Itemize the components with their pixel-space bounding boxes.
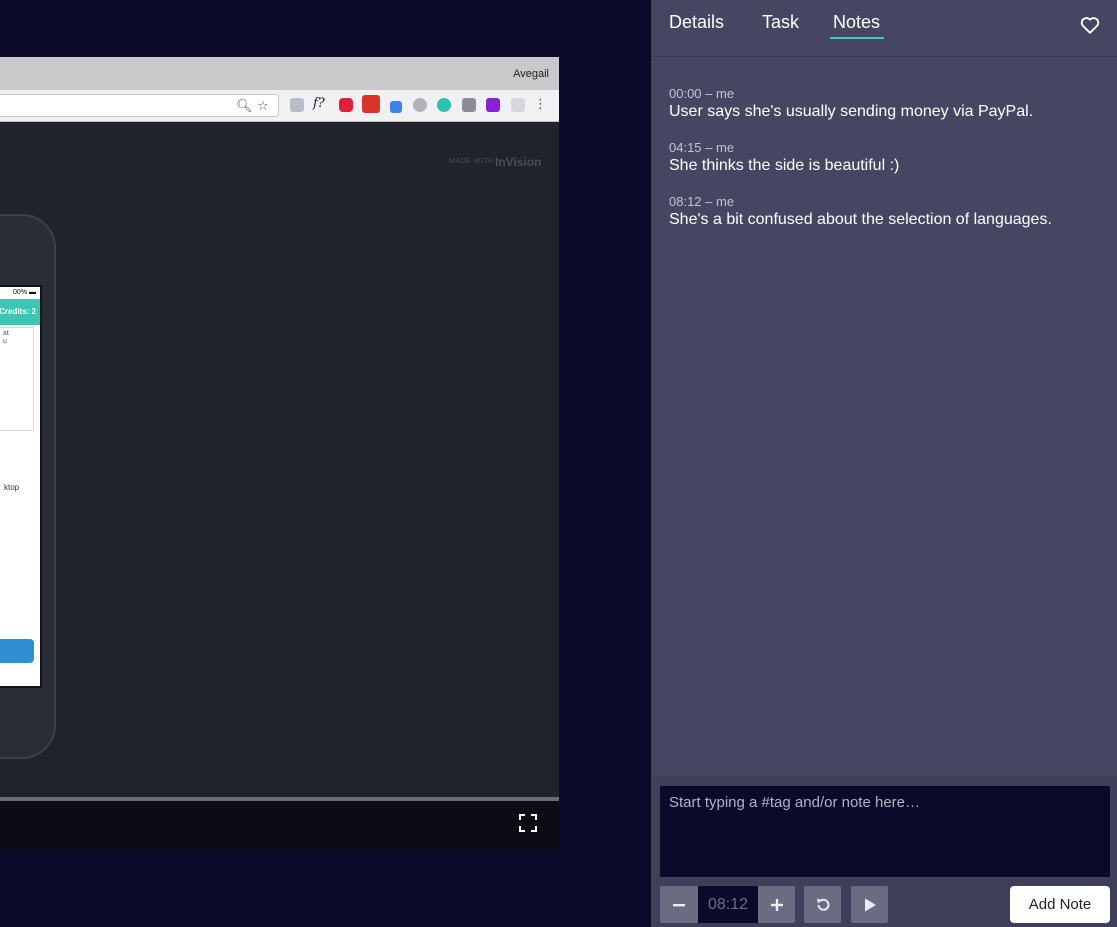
side-panel: Details Task Notes 00:00 – me User says … xyxy=(651,0,1117,927)
browser-url-bar: 🔍︎ ☆ xyxy=(0,94,279,117)
video-controls xyxy=(0,801,559,849)
tab-task[interactable]: Task xyxy=(762,12,799,33)
decrement-time-button[interactable] xyxy=(660,886,698,923)
note-input[interactable] xyxy=(660,786,1110,877)
minus-icon xyxy=(673,903,685,906)
note-timestamp: 08:12 – me xyxy=(669,194,735,209)
browser-user-name: Avegail xyxy=(513,68,549,80)
camera-extension-icon xyxy=(413,98,427,112)
invision-logo: InVision xyxy=(495,155,542,169)
phone-card: at u xyxy=(0,327,34,431)
calendar-extension-icon xyxy=(362,95,380,113)
note-item[interactable]: 08:12 – me She's a bit confused about th… xyxy=(669,194,1109,230)
extension-icon xyxy=(511,98,525,112)
extension-icon xyxy=(390,101,402,113)
made-with-label: MADE WITH xyxy=(449,158,494,165)
note-text: User says she's usually sending money vi… xyxy=(669,103,1034,120)
rewind-button[interactable] xyxy=(804,886,841,923)
browser-titlebar: Avegail xyxy=(0,57,559,90)
note-timestamp: 00:00 – me xyxy=(669,86,735,101)
phone-button xyxy=(0,639,34,663)
extension-icon xyxy=(437,98,451,112)
kebab-menu-icon: ⋮ xyxy=(534,97,547,112)
search-icon: 🔍︎ xyxy=(236,99,253,114)
phone-footer-text: ktop xyxy=(4,483,20,492)
panel-tabs: Details Task Notes xyxy=(651,0,1117,57)
note-composer: 08:12 Add Note xyxy=(651,776,1117,927)
note-text: She thinks the side is beautiful :) xyxy=(669,157,900,174)
extension-icon xyxy=(486,98,500,112)
note-text: She's a bit confused about the selection… xyxy=(669,211,1052,228)
star-icon: ☆ xyxy=(257,99,269,114)
add-note-button[interactable]: Add Note xyxy=(1010,886,1110,923)
plus-icon xyxy=(770,898,783,911)
notes-list: 00:00 – me User says she's usually sendi… xyxy=(669,86,1109,248)
note-timestamp: 04:15 – me xyxy=(669,140,735,155)
note-item[interactable]: 00:00 – me User says she's usually sendi… xyxy=(669,86,1109,122)
phone-header: Credits: 2 xyxy=(0,299,40,325)
tab-notes[interactable]: Notes xyxy=(830,12,885,39)
phone-card-text: at xyxy=(3,330,9,337)
extension-icon xyxy=(290,98,304,112)
play-icon xyxy=(864,898,876,911)
note-item[interactable]: 04:15 – me She thinks the side is beauti… xyxy=(669,140,1109,176)
extension-icon xyxy=(462,98,476,112)
extension-icon: f? xyxy=(313,96,325,111)
time-field[interactable]: 08:12 xyxy=(698,886,758,923)
video-player[interactable]: Avegail 🔍︎ ☆ f? ⋮ MADE WITH InVision 00%… xyxy=(0,57,559,849)
phone-status-bar: 00% ▬ xyxy=(0,287,40,299)
phone-card-text: u xyxy=(3,338,7,345)
extension-icon xyxy=(339,98,353,112)
tab-details[interactable]: Details xyxy=(669,12,724,33)
play-button[interactable] xyxy=(851,886,888,923)
phone-screen: 00% ▬ Credits: 2 at u ktop xyxy=(0,285,42,688)
rewind-icon xyxy=(816,898,829,911)
heart-icon[interactable] xyxy=(1079,14,1101,36)
increment-time-button[interactable] xyxy=(758,886,795,923)
fullscreen-icon[interactable] xyxy=(519,814,537,832)
